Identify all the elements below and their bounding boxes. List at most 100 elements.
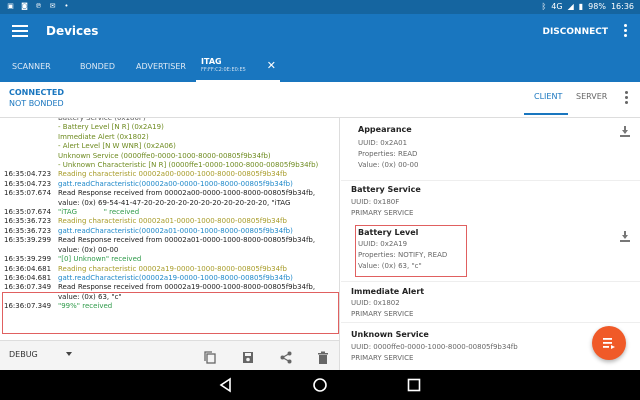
pinterest-icon: ℗: [35, 2, 42, 10]
log-timestamp: 16:35:39.299: [4, 236, 52, 245]
log-message: Read Response received from 00002a19-000…: [58, 283, 316, 292]
save-icon[interactable]: [242, 349, 254, 363]
macro-fab-button[interactable]: [592, 326, 626, 360]
email-icon: ✉: [49, 2, 56, 10]
recents-icon[interactable]: [406, 377, 422, 393]
hamburger-menu-icon[interactable]: [12, 25, 28, 39]
tab-scanner[interactable]: SCANNER: [12, 52, 51, 82]
close-icon[interactable]: ✕: [267, 59, 276, 72]
service-name: Immediate Alert: [351, 287, 425, 296]
page-title: Devices: [46, 24, 99, 38]
service-uuid: UUID: 0000ffe0-0000-1000-8000-00805f9b34…: [351, 343, 518, 351]
service-type: PRIMARY SERVICE: [351, 354, 414, 362]
log-line: 16:35:39.299 "[0] Unknown" received: [0, 255, 339, 264]
tab-bonded[interactable]: BONDED: [80, 52, 115, 82]
log-message: value: (0x) 69-54-41-47-20-20-20-20-20-2…: [58, 198, 291, 207]
disconnect-button[interactable]: DISCONNECT: [542, 27, 608, 37]
characteristic-uuid: UUID: 0x2A01: [358, 139, 408, 147]
client-tab-indicator: [524, 113, 568, 115]
log-timestamp: 16:36:04.681: [4, 273, 52, 282]
log-message: value: (0x) 00-00: [58, 245, 119, 254]
log-toolbar: DEBUG: [0, 340, 340, 370]
log-timestamp: 16:35:04.723: [4, 179, 52, 188]
log-message: gatt.readCharacteristic(00002a19-0000-10…: [58, 273, 293, 282]
system-nav-bar: [0, 370, 640, 400]
read-download-icon[interactable]: [620, 126, 630, 137]
characteristic-name: Appearance: [358, 125, 412, 134]
service-immediate-alert[interactable]: Immediate Alert UUID: 0x1802 PRIMARY SER…: [341, 282, 640, 322]
log-message: Read Response received from 00002a00-000…: [58, 189, 316, 198]
battery-icon: ▮: [578, 2, 584, 11]
log-line: Immediate Alert (0x1802): [0, 133, 339, 142]
log-line: - Alert Level [N W WNR] (0x2A06): [0, 142, 339, 151]
log-line: 16:35:04.723 Reading characteristic 00002…: [0, 170, 339, 179]
log-line: 16:35:39.299 Read Response received from …: [0, 236, 339, 245]
log-timestamp: 16:35:04.723: [4, 170, 52, 179]
log-highlight-box: [2, 292, 339, 334]
tab-device[interactable]: ITAG FF:FF:C2:0E:E0:E5 ✕: [196, 52, 280, 82]
bond-state: NOT BONDED: [9, 99, 64, 108]
log-timestamp: 16:35:07.674: [4, 208, 52, 217]
overflow-menu-icon[interactable]: [620, 24, 630, 42]
tab-device-address: FF:FF:C2:0E:E0:E5: [201, 67, 246, 73]
tab-bar: SCANNER BONDED ADVERTISER ITAG FF:FF:C2:…: [0, 52, 640, 82]
log-line: 16:35:36.723 Reading characteristic 00002…: [0, 217, 339, 226]
clock: 16:36: [610, 2, 634, 11]
chevron-down-icon[interactable]: [66, 352, 72, 356]
log-message: Unknown Service (0000ffe0-0000-1000-8000…: [58, 151, 271, 160]
service-type: PRIMARY SERVICE: [351, 310, 414, 318]
log-message: "iTAG " received: [58, 208, 140, 217]
list-icon: [603, 338, 615, 349]
home-icon[interactable]: [312, 377, 328, 393]
log-line: 16:35:07.674 Read Response received from …: [0, 189, 339, 198]
service-uuid: UUID: 0x1802: [351, 299, 400, 307]
bluetooth-icon: ᛒ: [541, 2, 547, 11]
bag-icon: ◙: [21, 2, 28, 10]
log-message: gatt.readCharacteristic(00002a00-0000-10…: [58, 179, 293, 188]
characteristic-properties: Properties: READ: [358, 150, 418, 158]
log-message: - Unknown Characteristic [N R] (0000ffe1…: [58, 161, 319, 170]
service-name: Battery Service: [351, 185, 421, 194]
log-line: 16:35:07.674 "iTAG " received: [0, 208, 339, 217]
read-download-icon[interactable]: [620, 231, 630, 242]
characteristic-appearance[interactable]: Appearance UUID: 0x2A01 Properties: READ…: [341, 118, 640, 180]
log-line: 16:36:04.681 Reading characteristic 00002…: [0, 265, 339, 274]
back-icon[interactable]: [218, 377, 234, 393]
log-message: Immediate Alert (0x1802): [58, 132, 149, 141]
app-bar: Devices DISCONNECT: [0, 14, 640, 52]
signal-icon: ◢: [567, 2, 574, 11]
log-level-select[interactable]: DEBUG: [9, 350, 38, 359]
tab-device-name: ITAG: [201, 57, 222, 66]
log-line: - Battery Level [N R] (0x2A19): [0, 123, 339, 132]
log-line: Unknown Service (0000ffe0-0000-1000-8000…: [0, 152, 339, 161]
network-type: 4G: [551, 2, 563, 11]
log-panel[interactable]: Battery Service (0x180F) - Battery Level …: [0, 118, 340, 340]
copy-icon[interactable]: [204, 349, 216, 364]
tab-client[interactable]: CLIENT: [534, 92, 562, 101]
service-battery[interactable]: Battery Service UUID: 0x180F PRIMARY SER…: [341, 181, 640, 225]
log-message: Reading characteristic 00002a00-0000-100…: [58, 170, 287, 179]
log-timestamp: 16:36:04.681: [4, 264, 52, 273]
log-line: value: (0x) 69-54-41-47-20-20-20-20-20-2…: [0, 199, 339, 208]
battery-percent: 98%: [588, 2, 606, 11]
connection-status-bar: CONNECTED NOT BONDED CLIENT SERVER: [0, 82, 640, 118]
tab-advertiser[interactable]: ADVERTISER: [136, 52, 186, 82]
log-message: - Alert Level [N W WNR] (0x2A06): [58, 142, 176, 151]
characteristic-value: Value: (0x) 00-00: [358, 161, 419, 169]
log-message: gatt.readCharacteristic(00002a01-0000-10…: [58, 226, 293, 235]
log-message: - Battery Level [N R] (0x2A19): [58, 123, 164, 132]
connection-state: CONNECTED: [9, 88, 64, 97]
overflow-menu-icon[interactable]: [622, 91, 630, 109]
log-message: Reading characteristic 00002a01-0000-100…: [58, 217, 287, 226]
dots-icon: •: [64, 2, 69, 10]
tab-server[interactable]: SERVER: [576, 92, 607, 101]
log-line: 16:36:04.681 gatt.readCharacteristic(0000…: [0, 274, 339, 283]
log-line: 16:35:04.723 gatt.readCharacteristic(0000…: [0, 180, 339, 189]
share-icon[interactable]: [280, 349, 292, 364]
log-message: Read Response received from 00002a01-000…: [58, 236, 316, 245]
service-uuid: UUID: 0x180F: [351, 198, 400, 206]
delete-icon[interactable]: [317, 349, 329, 364]
log-timestamp: 16:35:36.723: [4, 226, 52, 235]
battery-level-highlight-box: [355, 225, 467, 277]
log-timestamp: 16:35:07.674: [4, 189, 52, 198]
